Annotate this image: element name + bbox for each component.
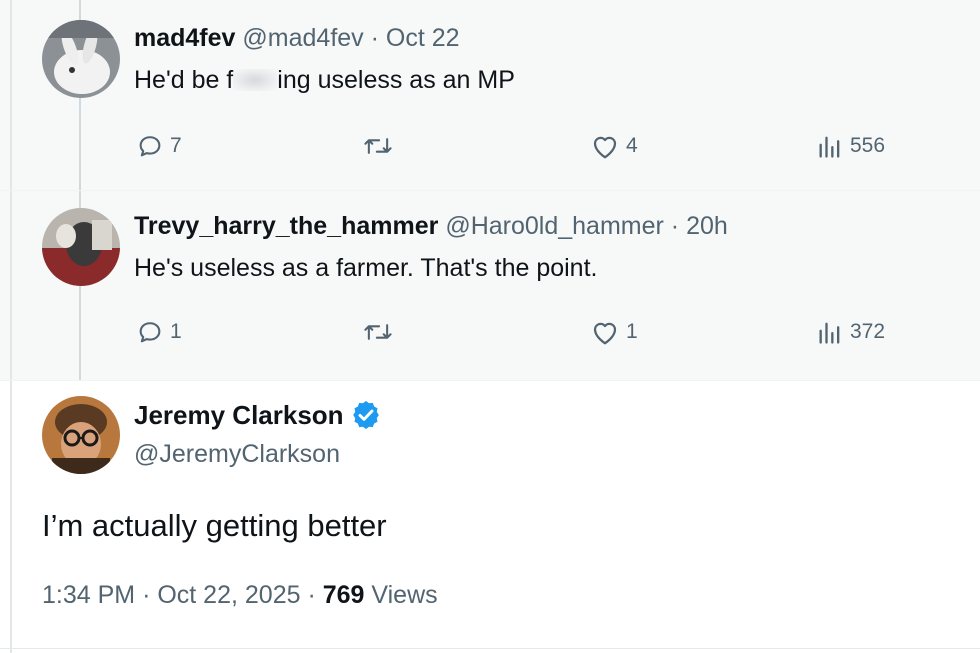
- views-bar-chart-icon: [819, 322, 840, 344]
- post-time[interactable]: 20h: [686, 212, 728, 240]
- post-time[interactable]: Oct 22: [386, 24, 460, 52]
- display-name[interactable]: Trevy_harry_the_hammer: [134, 212, 438, 240]
- tweet-text: I’m actually getting better: [42, 508, 387, 543]
- user-handle[interactable]: @Haro0ld_hammer: [445, 212, 664, 240]
- reply-divider: [0, 380, 980, 381]
- reply-button[interactable]: 7: [136, 132, 182, 160]
- separator-dot: ·: [307, 581, 316, 609]
- avatar[interactable]: [42, 208, 120, 286]
- separator-dot: ·: [370, 24, 379, 52]
- views-button[interactable]: 556: [816, 132, 885, 160]
- left-border: [10, 0, 12, 653]
- tweet-text-part: ing useless as an MP: [277, 66, 515, 94]
- separator-dot: ·: [142, 581, 151, 609]
- display-name[interactable]: mad4fev: [134, 24, 235, 52]
- views-count: 769: [322, 581, 365, 609]
- tweet-text-part: He'd be f: [134, 66, 234, 94]
- reply-divider: [0, 190, 980, 191]
- display-name-row: Jeremy Clarkson: [134, 399, 382, 431]
- post-date[interactable]: Oct 22, 2025: [157, 581, 300, 609]
- like-button[interactable]: 1: [590, 318, 638, 346]
- views-count: 556: [850, 134, 886, 157]
- user-handle[interactable]: @JeremyClarkson: [134, 440, 340, 469]
- retweet-button[interactable]: [362, 132, 400, 160]
- retweet-icon: [364, 138, 392, 154]
- reply-bubble-icon: [139, 322, 161, 343]
- like-button[interactable]: 4: [590, 132, 638, 160]
- reply-bubble-icon: [139, 136, 161, 157]
- user-handle[interactable]: @mad4fev: [242, 24, 363, 52]
- tweet-text: He's useless as a farmer. That's the poi…: [134, 254, 598, 282]
- avatar[interactable]: [42, 20, 120, 98]
- views-bar-chart-icon: [819, 136, 840, 158]
- reply-count: 1: [170, 320, 182, 343]
- views-label: Views: [371, 581, 438, 609]
- post-time[interactable]: 1:34 PM: [42, 581, 135, 609]
- tweet-meta: 1:34 PM · Oct 22, 2025 · 769 Views: [42, 581, 438, 610]
- heart-icon: [593, 322, 617, 345]
- separator-dot: ·: [670, 212, 680, 240]
- bottom-divider: [0, 648, 980, 649]
- like-count: 4: [626, 134, 638, 157]
- retweet-button[interactable]: [362, 318, 400, 346]
- reply-count: 7: [170, 134, 182, 157]
- heart-icon: [593, 136, 617, 159]
- views-button[interactable]: 372: [816, 318, 885, 346]
- views-count: 372: [850, 320, 886, 343]
- tweet-text: He'd be f ing useless as an MP: [134, 66, 515, 95]
- reply-button[interactable]: 1: [136, 318, 182, 346]
- censor-blur: [233, 69, 278, 91]
- retweet-icon: [364, 324, 392, 340]
- like-count: 1: [626, 320, 638, 343]
- display-name[interactable]: Jeremy Clarkson: [134, 400, 344, 431]
- avatar[interactable]: [42, 396, 120, 474]
- verified-badge-icon[interactable]: [350, 399, 382, 431]
